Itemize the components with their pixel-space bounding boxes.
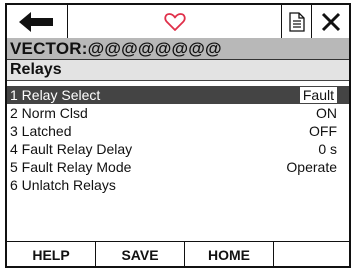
list-item-relay-select[interactable]: 1 Relay Select Fault: [7, 86, 349, 104]
list-item-label: 1 Relay Select: [10, 87, 101, 103]
back-button[interactable]: [7, 5, 68, 38]
heart-outline-icon: [163, 12, 186, 31]
menu-title: Relays: [7, 60, 349, 81]
list-item-value: ON: [316, 105, 337, 121]
device-name: VECTOR:@@@@@@@@: [7, 38, 349, 60]
list-item-fault-relay-mode[interactable]: 5 Fault Relay Mode Operate: [7, 158, 349, 176]
softkey-bar: HELP SAVE HOME: [7, 241, 349, 267]
help-button[interactable]: HELP: [7, 242, 96, 267]
list-item-unlatch-relays[interactable]: 6 Unlatch Relays: [7, 176, 349, 194]
list-item-value: Operate: [286, 159, 337, 175]
favorite-button[interactable]: [68, 5, 281, 38]
save-button[interactable]: SAVE: [96, 242, 185, 267]
list-item-norm-clsd[interactable]: 2 Norm Clsd ON: [7, 104, 349, 122]
document-button[interactable]: [281, 5, 312, 38]
list-item-latched[interactable]: 3 Latched OFF: [7, 122, 349, 140]
list-item-fault-relay-delay[interactable]: 4 Fault Relay Delay 0 s: [7, 140, 349, 158]
left-arrow-icon: [19, 11, 53, 32]
list-item-label: 6 Unlatch Relays: [10, 177, 116, 193]
close-x-icon: [321, 12, 340, 31]
list-item-value: Fault: [299, 87, 337, 103]
close-button[interactable]: [312, 5, 349, 38]
list-item-label: 4 Fault Relay Delay: [10, 141, 133, 157]
list-item-value: 0 s: [318, 141, 337, 157]
home-button[interactable]: HOME: [185, 242, 274, 267]
list-item-value: OFF: [309, 123, 337, 139]
device-screen: VECTOR:@@@@@@@@ Relays 1 Relay Select Fa…: [5, 3, 351, 268]
document-icon: [288, 11, 305, 32]
blank-softkey[interactable]: [274, 242, 349, 267]
list-item-label: 2 Norm Clsd: [10, 105, 88, 121]
list-item-label: 3 Latched: [10, 123, 72, 139]
list-item-label: 5 Fault Relay Mode: [10, 159, 132, 175]
top-toolbar: [7, 5, 349, 39]
menu-list: 1 Relay Select Fault 2 Norm Clsd ON 3 La…: [7, 81, 349, 241]
